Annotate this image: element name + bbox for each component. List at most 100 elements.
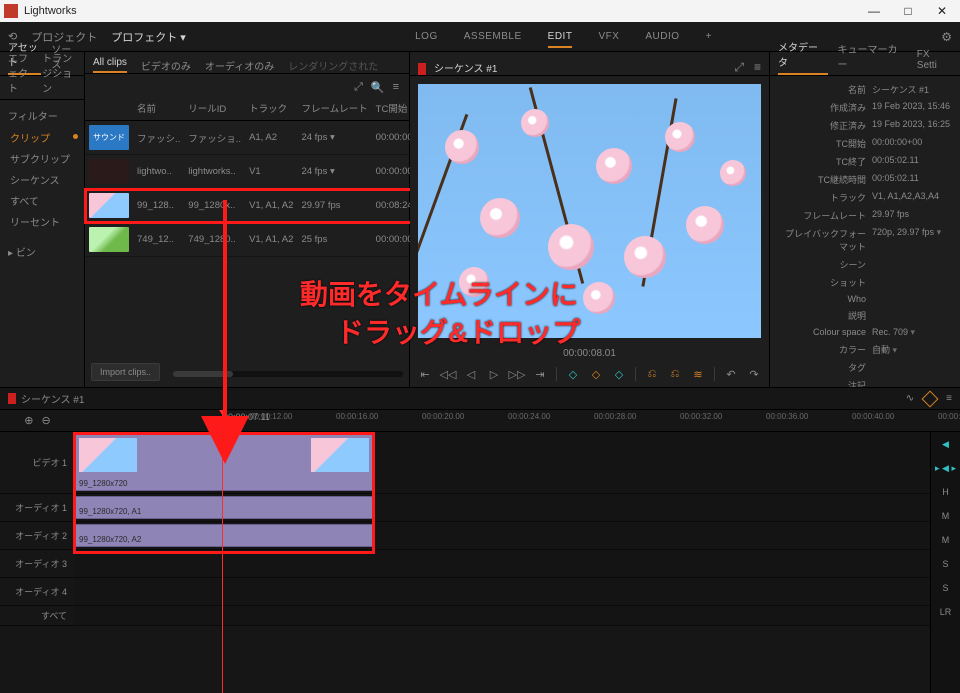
window-maximize-button[interactable]: □ — [900, 4, 916, 18]
clips-menu-icon[interactable]: ≡ — [393, 81, 399, 94]
timeline-menu-icon[interactable]: ≡ — [946, 393, 952, 404]
tab-cue-marker[interactable]: キューマーカー — [838, 41, 907, 75]
mode-edit[interactable]: EDIT — [548, 31, 573, 48]
metadata-value[interactable]: 720p, 29.97 fps — [866, 227, 952, 253]
mode-audio[interactable]: AUDIO — [645, 31, 679, 42]
timeline-waveform-icon[interactable]: ∿ — [906, 393, 914, 404]
clips-search-icon[interactable]: 🔍 — [371, 81, 385, 94]
insert-icon[interactable]: ⎌ — [645, 367, 659, 381]
track-audio-1[interactable]: オーディオ 1 99_1280x720, A1 — [0, 494, 930, 522]
window-close-button[interactable]: ✕ — [934, 4, 950, 18]
project-dropdown[interactable]: プロフェクト ▾ — [111, 29, 186, 45]
preview-menu-icon[interactable]: ≡ — [754, 60, 761, 75]
marker-out-icon[interactable]: ◇ — [612, 367, 626, 381]
clips-expand-icon[interactable]: ⤢ — [354, 81, 363, 94]
mode-vfx[interactable]: VFX — [598, 31, 619, 42]
metadata-value[interactable]: 自動 — [866, 343, 952, 356]
import-clips-button[interactable]: Import clips.. — [91, 363, 160, 381]
preview-viewport[interactable] — [418, 84, 761, 338]
metadata-value[interactable] — [866, 258, 952, 271]
table-row[interactable]: サウンド ファッシ.. ファッショ.. A1, A2 24 fps ▾ 00:0… — [85, 121, 433, 155]
marker-icon[interactable]: ◀ — [931, 432, 960, 456]
timeline-marker-icon[interactable] — [922, 390, 939, 407]
table-row-highlighted[interactable]: 99_128.. 99_1280x.. V1, A1, A2 29.97 fps… — [85, 189, 433, 223]
transport-step-back-icon[interactable]: ◁ — [464, 367, 478, 381]
track-video-1[interactable]: ビデオ 1 99_1280x720 — [0, 432, 930, 494]
transport-end-icon[interactable]: ⇥ — [533, 367, 547, 381]
transport-start-icon[interactable]: ⇤ — [418, 367, 432, 381]
preview-tab-title[interactable]: シーケンス #1 — [434, 60, 497, 75]
redo-icon[interactable]: ↷ — [747, 367, 761, 381]
timeline-clip-video[interactable]: 99_1280x720 — [75, 434, 373, 491]
metadata-value[interactable]: V1, A1,A2,A3,A4 — [866, 191, 952, 204]
mode-assemble[interactable]: ASSEMBLE — [464, 31, 522, 42]
window-minimize-button[interactable]: — — [866, 4, 882, 18]
zoom-out-icon[interactable]: ⊖ — [42, 414, 51, 427]
mode-log[interactable]: LOG — [415, 31, 438, 42]
track-audio-2[interactable]: オーディオ 2 99_1280x720, A2 — [0, 522, 930, 550]
transport-rewind-icon[interactable]: ◁◁ — [441, 367, 455, 381]
filter-item-sequence[interactable]: シーケンス — [0, 169, 84, 190]
timeline-clip-audio[interactable]: 99_1280x720, A2 — [75, 524, 373, 547]
track-all[interactable]: すべて — [0, 606, 930, 626]
subtab-video-only[interactable]: ビデオのみ — [141, 58, 191, 73]
metadata-value[interactable]: 00:00:00+00 — [866, 137, 952, 150]
metadata-value[interactable]: 29.97 fps — [866, 209, 952, 222]
lr-button[interactable]: LR — [931, 600, 960, 624]
solo-button[interactable]: S — [931, 576, 960, 600]
filter-item-recent[interactable]: リーセント — [0, 211, 84, 232]
clips-hscroll[interactable] — [173, 371, 403, 377]
mute-button[interactable]: M — [931, 504, 960, 528]
undo-icon[interactable]: ↶ — [724, 367, 738, 381]
metadata-value[interactable]: Rec. 709 — [866, 327, 952, 338]
track-height-button[interactable]: H — [931, 480, 960, 504]
filter-item-all[interactable]: すべて — [0, 190, 84, 211]
playhead[interactable] — [222, 410, 223, 693]
timeline-ruler[interactable]: 00:00:07.11 00:00:12.0000:00:16.0000:00:… — [75, 410, 960, 432]
col-reel[interactable]: リールID — [184, 96, 245, 121]
subtab-all-clips[interactable]: All clips — [93, 57, 127, 73]
track-audio-3[interactable]: オーディオ 3 — [0, 550, 930, 578]
zoom-in-icon[interactable]: ⊕ — [24, 414, 33, 427]
tab-effect[interactable]: エフェクト — [8, 50, 32, 99]
metadata-value[interactable] — [866, 309, 952, 322]
col-fps[interactable]: フレームレート — [297, 96, 371, 121]
marker-cue-icon[interactable]: ◇ — [589, 367, 603, 381]
mode-add[interactable]: + — [706, 31, 712, 42]
marker-in-icon[interactable]: ◇ — [566, 367, 580, 381]
preview-expand-icon[interactable]: ⤢ — [734, 60, 744, 75]
bin-item[interactable]: ビン — [0, 238, 84, 265]
metadata-value[interactable]: 19 Feb 2023, 16:25 — [866, 119, 952, 132]
filter-item-clip[interactable]: クリップ — [0, 127, 84, 148]
metadata-value[interactable]: 00:05:02.11 — [866, 173, 952, 186]
solo-button[interactable]: S — [931, 552, 960, 576]
overwrite-icon[interactable]: ⎌ — [668, 367, 682, 381]
settings-icon[interactable]: ⚙ — [941, 30, 952, 44]
metadata-value[interactable] — [866, 276, 952, 289]
metadata-value[interactable] — [866, 361, 952, 374]
tab-metadata[interactable]: メタデータ — [778, 39, 828, 75]
metadata-key: ショット — [778, 276, 866, 289]
col-track[interactable]: トラック — [245, 96, 297, 121]
marker-icon[interactable]: ▸ ◀ ▸ — [931, 456, 960, 480]
tab-transition[interactable]: トランジション — [42, 50, 76, 99]
tab-fx-settings[interactable]: FX Setti — [917, 49, 952, 75]
clip-thumbnail — [89, 193, 129, 218]
subtab-rendered[interactable]: レンダリングされた — [288, 58, 378, 73]
subtab-audio-only[interactable]: オーディオのみ — [205, 58, 274, 73]
track-label: オーディオ 4 — [0, 578, 75, 605]
metadata-value[interactable]: 19 Feb 2023, 15:46 — [866, 101, 952, 114]
transport-step-fwd-icon[interactable]: ▷▷ — [510, 367, 524, 381]
metadata-value[interactable]: シーケンス #1 — [866, 83, 952, 96]
mute-button[interactable]: M — [931, 528, 960, 552]
timeline-clip-audio[interactable]: 99_1280x720, A1 — [75, 496, 373, 519]
metadata-value[interactable] — [866, 294, 952, 304]
filter-item-subclip[interactable]: サブクリップ — [0, 148, 84, 169]
track-audio-4[interactable]: オーディオ 4 — [0, 578, 930, 606]
transport-play-icon[interactable]: ▷ — [487, 367, 501, 381]
col-name[interactable]: 名前 — [133, 96, 184, 121]
table-row[interactable]: 749_12.. 749_1280.. V1, A1, A2 25 fps 00… — [85, 223, 433, 257]
replace-icon[interactable]: ≋ — [691, 367, 705, 381]
metadata-value[interactable]: 00:05:02.11 — [866, 155, 952, 168]
table-row[interactable]: lightwo.. lightworks.. V1 24 fps ▾ 00:00… — [85, 155, 433, 189]
